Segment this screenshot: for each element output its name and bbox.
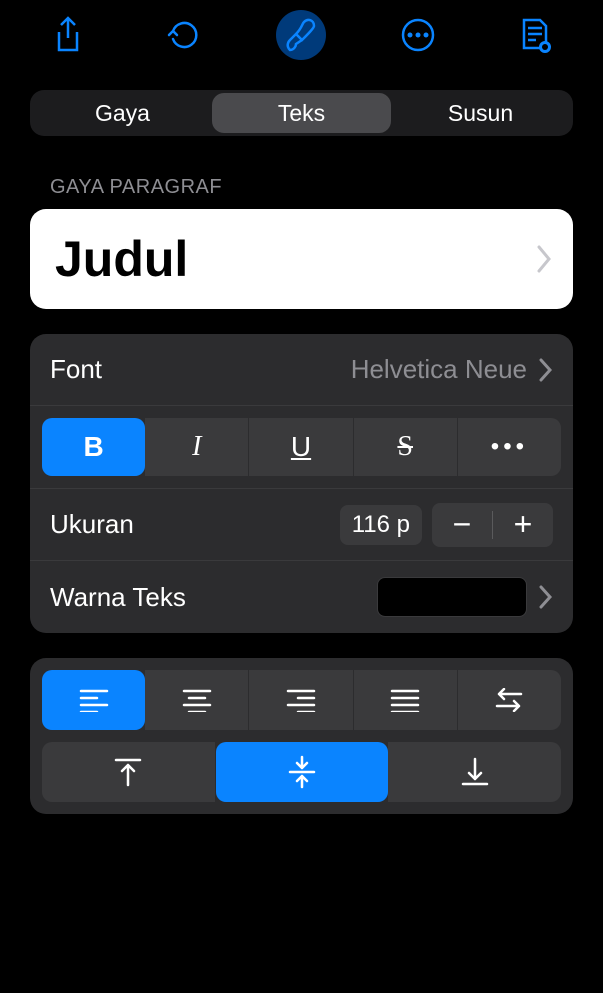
top-toolbar: [0, 0, 603, 70]
paragraph-style-value: Judul: [55, 230, 188, 288]
font-label: Font: [50, 354, 102, 385]
valign-bottom-icon: [461, 757, 489, 787]
text-direction-icon: [493, 688, 525, 712]
size-increase-button[interactable]: +: [493, 503, 553, 547]
size-stepper: − +: [432, 503, 553, 547]
align-left-icon: [79, 688, 109, 712]
text-color-label: Warna Teks: [50, 582, 186, 613]
align-center-button[interactable]: [145, 670, 249, 730]
format-button[interactable]: [276, 10, 326, 60]
underline-button[interactable]: U: [249, 418, 353, 476]
paragraph-style-label: GAYA PARAGRAF: [50, 176, 553, 199]
valign-bottom-button[interactable]: [388, 742, 561, 802]
vertical-align-row: [42, 742, 561, 802]
strikethrough-button[interactable]: S: [354, 418, 458, 476]
font-value: Helvetica Neue: [351, 354, 527, 385]
chevron-right-icon: [539, 358, 553, 382]
horizontal-align-row: [42, 670, 561, 730]
paintbrush-icon: [282, 16, 320, 54]
italic-button[interactable]: I: [145, 418, 249, 476]
tab-style[interactable]: Gaya: [33, 93, 212, 133]
size-label: Ukuran: [50, 509, 134, 540]
chevron-right-icon: [539, 585, 553, 609]
align-right-button[interactable]: [249, 670, 353, 730]
tab-text[interactable]: Teks: [212, 93, 391, 133]
document-view-button[interactable]: [510, 10, 560, 60]
font-row[interactable]: Font Helvetica Neue: [30, 334, 573, 406]
inspector-tabs: Gaya Teks Susun: [30, 90, 573, 136]
text-style-buttons: B I U S •••: [30, 406, 573, 489]
valign-top-button[interactable]: [42, 742, 216, 802]
tab-arrange[interactable]: Susun: [391, 93, 570, 133]
valign-middle-icon: [288, 755, 316, 789]
size-value[interactable]: 116 p: [340, 505, 422, 545]
size-decrease-button[interactable]: −: [432, 503, 492, 547]
share-icon: [53, 16, 83, 54]
bold-button[interactable]: B: [42, 418, 145, 476]
document-icon: [518, 16, 552, 54]
align-center-icon: [182, 688, 212, 712]
paragraph-style-row[interactable]: Judul: [30, 209, 573, 309]
font-group: Font Helvetica Neue B I U S ••• Ukuran 1…: [30, 334, 573, 633]
undo-icon: [167, 17, 203, 53]
alignment-group: [30, 658, 573, 814]
text-direction-button[interactable]: [458, 670, 561, 730]
more-button[interactable]: [393, 10, 443, 60]
size-row: Ukuran 116 p − +: [30, 489, 573, 561]
align-right-icon: [286, 688, 316, 712]
chevron-right-icon: [537, 245, 553, 273]
undo-button[interactable]: [160, 10, 210, 60]
align-justify-icon: [390, 688, 420, 712]
valign-top-icon: [114, 757, 142, 787]
text-color-row[interactable]: Warna Teks: [30, 561, 573, 633]
align-left-button[interactable]: [42, 670, 145, 730]
more-circle-icon: [400, 17, 436, 53]
text-color-swatch[interactable]: [377, 577, 527, 617]
more-icon: •••: [491, 433, 528, 461]
valign-middle-button[interactable]: [216, 742, 389, 802]
more-styles-button[interactable]: •••: [458, 418, 561, 476]
share-button[interactable]: [43, 10, 93, 60]
align-justify-button[interactable]: [354, 670, 458, 730]
